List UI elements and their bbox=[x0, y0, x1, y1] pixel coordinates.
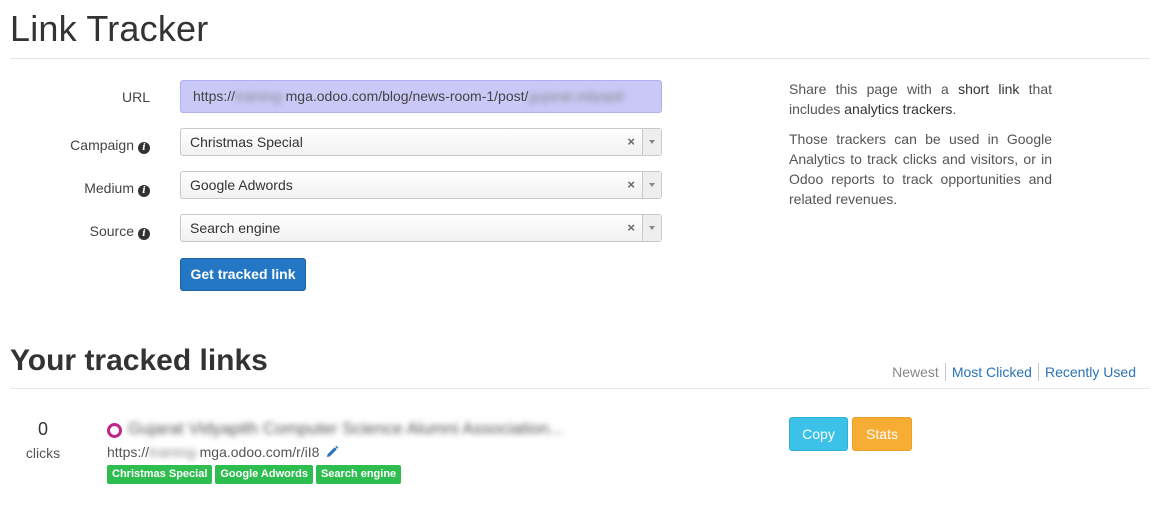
medium-clear-icon[interactable]: × bbox=[627, 172, 635, 198]
info-paragraph-1: Share this page with a short link that i… bbox=[789, 79, 1052, 119]
get-tracked-link-button[interactable]: Get tracked link bbox=[180, 258, 306, 291]
info-circle-icon: i bbox=[138, 142, 150, 154]
clicks-count: 0 bbox=[37, 419, 48, 439]
clicks-label: clicks bbox=[25, 445, 61, 461]
short-url-suffix: mga.odoo.com/r/iI8 bbox=[199, 444, 320, 460]
link-title[interactable]: Gujarat Vidyapith Computer Science Alumn… bbox=[128, 419, 563, 439]
sort-recently-used[interactable]: Recently Used bbox=[1039, 363, 1142, 381]
medium-value: Google Adwords bbox=[190, 177, 293, 193]
info-emphasis: short link bbox=[958, 81, 1020, 97]
pencil-icon[interactable] bbox=[325, 445, 339, 459]
copy-button[interactable]: Copy bbox=[789, 417, 848, 451]
url-label-text: URL bbox=[121, 89, 150, 105]
info-text: Share this page with a bbox=[789, 81, 959, 97]
short-url-prefix: https:// bbox=[107, 444, 150, 460]
campaign-clear-icon[interactable]: × bbox=[627, 129, 635, 155]
tag-list: Christmas Special Google Adwords Search … bbox=[107, 465, 402, 484]
campaign-label-text: Campaign bbox=[70, 137, 134, 153]
title-divider bbox=[10, 58, 1150, 59]
chevron-down-icon[interactable] bbox=[642, 215, 661, 241]
stats-button[interactable]: Stats bbox=[852, 417, 912, 451]
source-label: Source i bbox=[0, 223, 150, 240]
campaign-select[interactable]: Christmas Special × bbox=[180, 128, 662, 156]
section-title: Your tracked links bbox=[10, 344, 268, 377]
info-circle-icon: i bbox=[138, 228, 150, 240]
source-value: Search engine bbox=[190, 220, 281, 236]
tag-source: Search engine bbox=[315, 465, 402, 484]
sort-newest[interactable]: Newest bbox=[886, 363, 945, 381]
short-url[interactable]: https://training-mga.odoo.com/r/iI8 bbox=[107, 444, 339, 460]
chevron-down-icon[interactable] bbox=[642, 129, 661, 155]
sort-most-clicked[interactable]: Most Clicked bbox=[946, 363, 1038, 381]
section-divider bbox=[10, 388, 1150, 389]
campaign-value: Christmas Special bbox=[190, 134, 303, 150]
sort-options: Newest Most Clicked Recently Used bbox=[886, 363, 1142, 381]
tag-medium: Google Adwords bbox=[215, 465, 313, 484]
medium-label: Medium i bbox=[0, 180, 150, 197]
url-middle: mga.odoo.com/blog/news-room-1/post/ bbox=[285, 88, 529, 104]
info-circle-icon: i bbox=[138, 185, 150, 197]
medium-label-text: Medium bbox=[84, 180, 134, 196]
info-emphasis: analytics trackers bbox=[844, 101, 953, 117]
source-clear-icon[interactable]: × bbox=[627, 215, 635, 241]
medium-select[interactable]: Google Adwords × bbox=[180, 171, 662, 199]
url-input[interactable]: https://training-mga.odoo.com/blog/news-… bbox=[180, 80, 662, 113]
circle-icon bbox=[107, 423, 122, 438]
url-prefix: https:// bbox=[193, 88, 236, 104]
info-text: . bbox=[952, 101, 957, 117]
page-title: Link Tracker bbox=[10, 8, 209, 49]
campaign-label: Campaign i bbox=[0, 137, 150, 154]
tag-campaign: Christmas Special bbox=[107, 465, 213, 484]
url-blurred-part: training- bbox=[235, 88, 286, 104]
source-label-text: Source bbox=[89, 223, 134, 239]
url-blurred-end: gujarat-vidyapit bbox=[528, 88, 624, 104]
info-paragraph-2: Those trackers can be used in Google Ana… bbox=[789, 131, 1052, 207]
source-select[interactable]: Search engine × bbox=[180, 214, 662, 242]
short-url-blurred: training- bbox=[149, 444, 200, 460]
url-label: URL bbox=[0, 89, 150, 105]
chevron-down-icon[interactable] bbox=[642, 172, 661, 198]
